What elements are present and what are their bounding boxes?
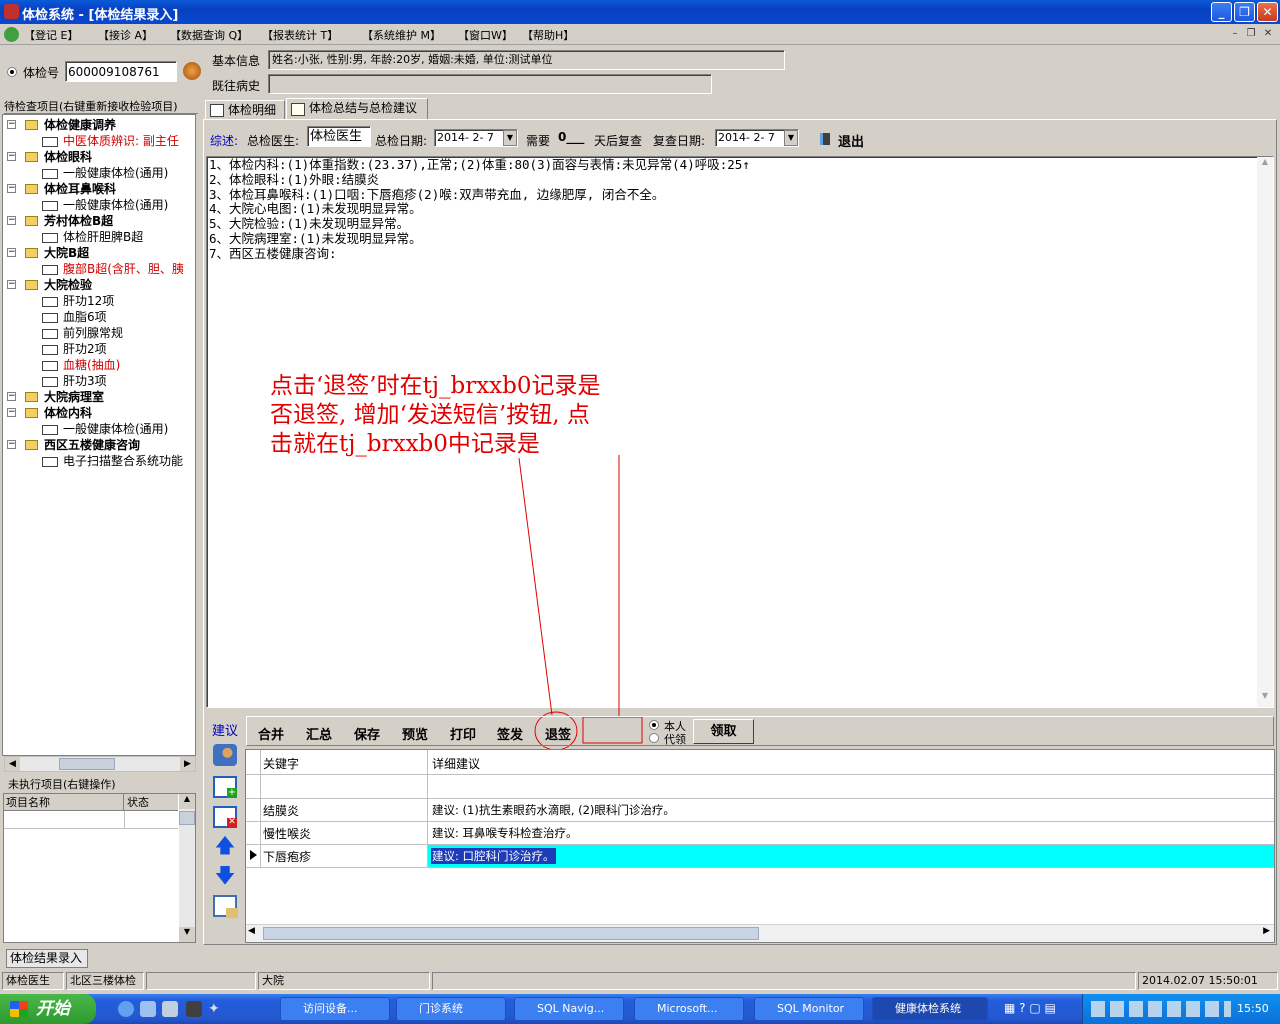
advice-toolbar — [246, 716, 1274, 746]
row-pointer-icon — [250, 850, 257, 860]
print-button[interactable]: 打印 — [450, 724, 476, 743]
up-arrow-icon[interactable]: 🡅 — [213, 834, 237, 856]
table-row[interactable]: 慢性喉炎 建议: 耳鼻喉专科检查治疗。 — [246, 822, 1274, 844]
status-empty-2 — [432, 972, 1136, 990]
start-button[interactable]: 开始 — [0, 994, 96, 1024]
quicklaunch-icon-4[interactable] — [186, 1001, 202, 1017]
unsign-button[interactable]: 退签 — [545, 724, 571, 743]
sign-button[interactable]: 签发 — [497, 724, 523, 743]
selected-detail-cell[interactable]: 建议: 口腔科门诊治疗。 — [428, 845, 1274, 867]
proxy-radio-label: 代领 — [664, 733, 686, 746]
task-device[interactable]: 访问设备... — [280, 997, 390, 1021]
advice-grid[interactable]: 关键字 详细建议 结膜炎 建议: (1)抗生素眼药水滴眼, (2)眼科门诊治疗。… — [245, 749, 1275, 943]
save-button[interactable]: 保存 — [354, 724, 380, 743]
quicklaunch-icon-5[interactable]: ✦ — [208, 1001, 224, 1017]
status-user: 体检医生 — [2, 972, 64, 990]
task-microsoft[interactable]: Microsoft... — [634, 997, 744, 1021]
windows-logo-icon — [10, 1001, 28, 1017]
task-sql-navigator[interactable]: SQL Navig... — [514, 997, 624, 1021]
col-detail[interactable]: 详细建议 — [432, 755, 480, 772]
delete-row-icon[interactable]: ✕ — [213, 806, 237, 828]
scroll-left-icon[interactable]: ◀ — [248, 926, 255, 936]
merge-button[interactable]: 合并 — [258, 724, 284, 743]
summary-button[interactable]: 汇总 — [306, 724, 332, 743]
preview-button[interactable]: 预览 — [402, 724, 428, 743]
grid-hscrollbar[interactable]: ◀ ▶ — [246, 924, 1274, 942]
tray-icons[interactable]: ▦ ? ▢ ▤ — [1004, 1001, 1076, 1017]
scroll-right-icon[interactable]: ▶ — [1263, 926, 1270, 936]
scroll-thumb[interactable] — [263, 927, 759, 940]
add-person-icon[interactable] — [213, 744, 237, 766]
task-clinic[interactable]: 门诊系统 — [396, 997, 506, 1021]
down-arrow-icon[interactable]: 🡇 — [213, 864, 237, 886]
proxy-radio[interactable] — [649, 733, 659, 743]
add-row-icon[interactable]: + — [213, 776, 237, 798]
table-row-selected[interactable]: 下唇疱疹 建议: 口腔科门诊治疗。 — [246, 845, 1274, 867]
clock: 15:50 — [1237, 1002, 1269, 1015]
quicklaunch-ie-icon[interactable] — [118, 1001, 134, 1017]
table-row[interactable] — [246, 776, 1274, 798]
status-datetime: 2014.02.07 15:50:01 — [1138, 972, 1278, 990]
task-health-exam[interactable]: 健康体检系统 — [872, 997, 988, 1021]
self-radio[interactable] — [649, 720, 659, 730]
task-sql-monitor[interactable]: SQL Monitor — [754, 997, 864, 1021]
col-keyword[interactable]: 关键字 — [263, 755, 299, 772]
taskbar: 开始 ✦ 访问设备... 门诊系统 SQL Navig... Microsoft… — [0, 994, 1280, 1024]
status-empty-1 — [146, 972, 256, 990]
grid-header — [246, 750, 1274, 775]
advice-label: 建议 — [212, 724, 239, 739]
quicklaunch-icon-2[interactable] — [140, 1001, 156, 1017]
quicklaunch-icon-3[interactable] — [162, 1001, 178, 1017]
collect-button[interactable]: 领取 — [693, 719, 754, 744]
status-location: 北区三楼体检 — [66, 972, 144, 990]
system-tray: 15:50 — [1082, 994, 1280, 1024]
status-campus: 大院 — [258, 972, 430, 990]
tray-icon-group[interactable] — [1091, 1001, 1231, 1017]
mdi-tab[interactable]: 体检结果录入 — [6, 949, 88, 968]
table-row[interactable]: 结膜炎 建议: (1)抗生素眼药水滴眼, (2)眼科门诊治疗。 — [246, 799, 1274, 821]
template-icon[interactable] — [213, 895, 238, 918]
